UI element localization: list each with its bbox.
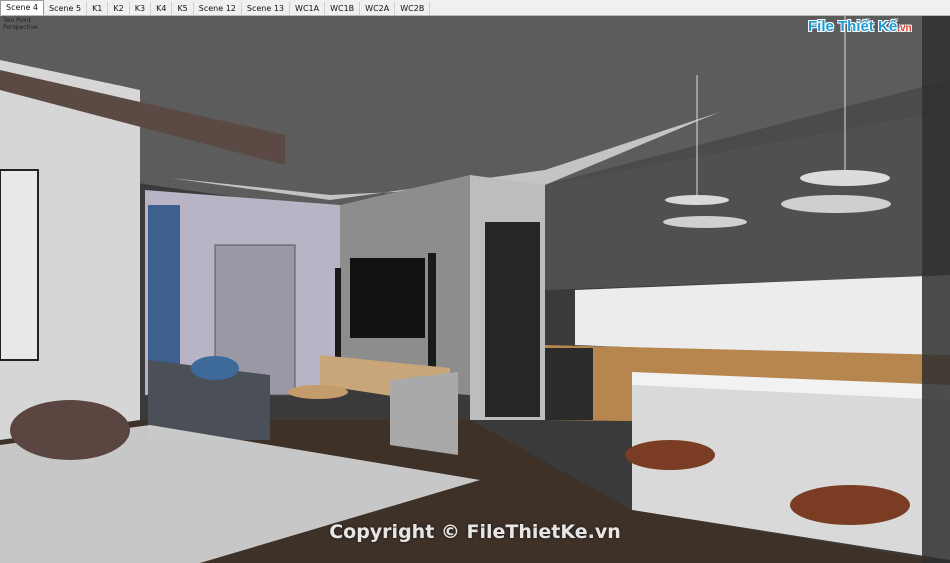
tab-wc1b[interactable]: WC1B xyxy=(325,2,361,15)
bar-stool-2 xyxy=(790,485,910,525)
camera-line-1: Two Point xyxy=(3,17,32,24)
tab-scene-13[interactable]: Scene 13 xyxy=(242,2,291,15)
pendant-lamp-2b xyxy=(781,195,891,213)
tab-k3[interactable]: K3 xyxy=(130,2,152,15)
bathroom-door xyxy=(485,222,540,417)
camera-line-2: Perspective xyxy=(3,24,38,31)
tab-scene-12[interactable]: Scene 12 xyxy=(194,2,242,15)
wall-artwork xyxy=(0,169,39,361)
site-logo: File Thiết Kế.vn xyxy=(808,14,924,44)
coffee-table xyxy=(288,385,348,399)
viewport-edge-shade xyxy=(922,16,950,563)
armchair xyxy=(390,372,458,455)
speaker-left xyxy=(335,268,341,358)
tab-wc2b[interactable]: WC2B xyxy=(395,2,431,15)
tab-k2[interactable]: K2 xyxy=(108,2,130,15)
pendant-lamp-1b xyxy=(663,216,747,228)
tab-k5[interactable]: K5 xyxy=(172,2,194,15)
logo-main: File Thiết Kế xyxy=(808,18,898,35)
tab-scene-4[interactable]: Scene 4 xyxy=(0,0,45,15)
television xyxy=(350,258,425,338)
3d-viewport[interactable] xyxy=(0,16,950,563)
tab-k4[interactable]: K4 xyxy=(151,2,173,15)
dishwasher xyxy=(545,348,593,420)
speaker-right xyxy=(428,253,436,373)
tab-wc2a[interactable]: WC2A xyxy=(360,2,396,15)
logo-suffix: .vn xyxy=(897,23,912,34)
sofa-cushion xyxy=(191,356,239,380)
tab-k1[interactable]: K1 xyxy=(87,2,109,15)
interior-render xyxy=(0,16,950,563)
logo-text: File Thiết Kế.vn xyxy=(808,18,912,35)
bar-stool-1 xyxy=(625,440,715,470)
camera-label: Two Point Perspective xyxy=(3,17,38,31)
copyright-watermark: Copyright © FileThietKe.vn xyxy=(329,521,621,543)
tab-wc1a[interactable]: WC1A xyxy=(290,2,326,15)
tab-scene-5[interactable]: Scene 5 xyxy=(44,2,88,15)
dining-chair xyxy=(10,400,130,460)
